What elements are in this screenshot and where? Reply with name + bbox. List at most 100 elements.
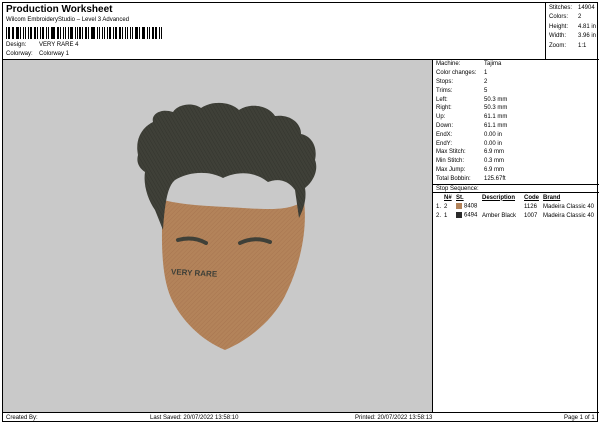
summary-label: Colors:: [549, 14, 569, 21]
colorway-row: Colorway: Colorway 1: [6, 51, 69, 57]
barcode-bar: [112, 27, 114, 39]
barcode-bar: [37, 27, 39, 39]
detail-label: Min Stitch:: [436, 158, 465, 165]
detail-label: EndX:: [436, 131, 453, 138]
detail-value: 61.1 mm: [484, 122, 508, 129]
last-saved: Last Saved: 20/07/2022 13:58:10: [150, 415, 239, 421]
stop-number: 2: [444, 203, 448, 210]
stop-row: 2. 1 6494 Amber Black 1007 Madeira Classic 40: [433, 211, 599, 220]
barcode-bar: [98, 27, 100, 39]
barcode-bar: [30, 27, 32, 39]
barcode-bar: [124, 27, 126, 39]
page-title: Production Worksheet: [6, 4, 113, 15]
barcode-bar: [79, 27, 82, 39]
barcode-bar: [154, 27, 158, 39]
summary-value: 4.81 in: [578, 23, 597, 30]
summary-label: Width:: [549, 33, 567, 40]
barcode-bar: [13, 27, 15, 39]
barcode-bar: [82, 27, 83, 39]
summary-value: 3.96 in: [578, 33, 597, 40]
summary-label: Height:: [549, 23, 569, 30]
details-list: Machine: Tajima Color changes: 1 Stops: 2 Trim…: [433, 60, 599, 183]
detail-label: Machine:: [436, 61, 461, 68]
barcode-bar: [122, 27, 123, 39]
barcode-bar: [129, 27, 132, 39]
detail-row: EndX: 0.00 in: [433, 130, 599, 139]
barcode-bar: [84, 27, 87, 39]
thread-code: 6494: [464, 212, 478, 219]
stop-number: 1: [444, 212, 448, 219]
summary-label: Stitches:: [549, 4, 573, 11]
barcode-bar: [151, 27, 154, 39]
barcode-bar: [138, 27, 140, 39]
barcode-bar: [135, 27, 138, 39]
barcode-bar: [64, 27, 67, 39]
detail-row: Machine: Tajima: [433, 60, 599, 69]
detail-value: 50.3 mm: [484, 105, 508, 112]
detail-label: Max Jump:: [436, 166, 466, 173]
barcode-bar: [149, 27, 150, 39]
detail-row: Up: 61.1 mm: [433, 113, 599, 122]
detail-label: Max Stitch:: [436, 149, 466, 156]
barcode-bar: [119, 27, 121, 39]
detail-row: Min Stitch: 0.3 mm: [433, 157, 599, 166]
worksheet: Production Worksheet Wilcom EmbroiderySt…: [2, 2, 599, 423]
detail-value: 0.00 in: [484, 140, 503, 147]
barcode: [6, 27, 164, 39]
barcode-bar: [107, 27, 109, 39]
detail-value: 6.9 mm: [484, 166, 505, 173]
barcode-bar: [25, 27, 27, 39]
barcode-bar: [114, 27, 118, 39]
worksheet-footer: Created By: Last Saved: 20/07/2022 13:58…: [3, 412, 599, 423]
detail-row: Trims: 5: [433, 86, 599, 95]
worksheet-header: Production Worksheet Wilcom EmbroiderySt…: [3, 3, 546, 60]
stop-description: [482, 202, 524, 211]
barcode-bar: [7, 27, 10, 39]
stop-description: Amber Black: [482, 212, 517, 219]
detail-value: Tajima: [484, 61, 502, 68]
detail-value: 6.9 mm: [484, 149, 505, 156]
barcode-bar: [42, 27, 44, 39]
design-preview: VERY RARE: [3, 60, 433, 412]
barcode-bar: [62, 27, 64, 39]
stop-index: 2.: [436, 212, 442, 219]
barcode-bar: [68, 27, 70, 39]
detail-row: Max Jump: 6.9 mm: [433, 166, 599, 175]
stop-sequence-title: Stop Sequence:: [433, 184, 599, 194]
embroidery-face-illustration: VERY RARE: [137, 102, 317, 350]
col-description: Description: [482, 194, 516, 201]
detail-label: EndY:: [436, 140, 453, 147]
summary-zoom: Zoom: 1:1: [546, 41, 599, 51]
detail-row: EndY: 0.00 in: [433, 139, 599, 148]
barcode-bar: [16, 27, 19, 39]
barcode-bar: [19, 27, 21, 39]
detail-label: Down:: [436, 122, 454, 129]
col-number: N#: [444, 194, 452, 201]
summary-value: 1:1: [578, 42, 587, 49]
barcode-bar: [40, 27, 42, 39]
barcode-bar: [70, 27, 73, 39]
created-by: Created By:: [6, 415, 38, 421]
detail-row: Total Bobbin: 125.67ft: [433, 174, 599, 183]
barcode-bar: [59, 27, 61, 39]
printed-date: Printed: 20/07/2022 13:58:13: [355, 415, 433, 421]
software-subtitle: Wilcom EmbroideryStudio – Level 3 Advanc…: [6, 17, 130, 23]
color-swatch: [456, 212, 462, 219]
detail-label: Total Bobbin:: [436, 175, 471, 182]
summary-height: Height: 4.81 in: [546, 22, 599, 32]
details-panel: Machine: Tajima Color changes: 1 Stops: 2 Trim…: [433, 60, 599, 412]
barcode-bar: [141, 27, 143, 39]
barcode-bar: [101, 27, 104, 39]
detail-value: 2: [484, 78, 488, 85]
detail-row: Down: 61.1 mm: [433, 122, 599, 131]
detail-label: Right:: [436, 105, 452, 112]
barcode-bar: [57, 27, 59, 39]
design-row: Design: VERY RARE 4: [6, 42, 78, 48]
colorway-label: Colorway:: [6, 51, 33, 57]
page-number: Page 1 of 1: [564, 415, 595, 421]
barcode-bar: [47, 27, 49, 39]
detail-label: Color changes:: [436, 70, 477, 77]
col-code: Code: [524, 194, 539, 201]
detail-row: Stops: 2: [433, 78, 599, 87]
barcode-bar: [74, 27, 76, 39]
